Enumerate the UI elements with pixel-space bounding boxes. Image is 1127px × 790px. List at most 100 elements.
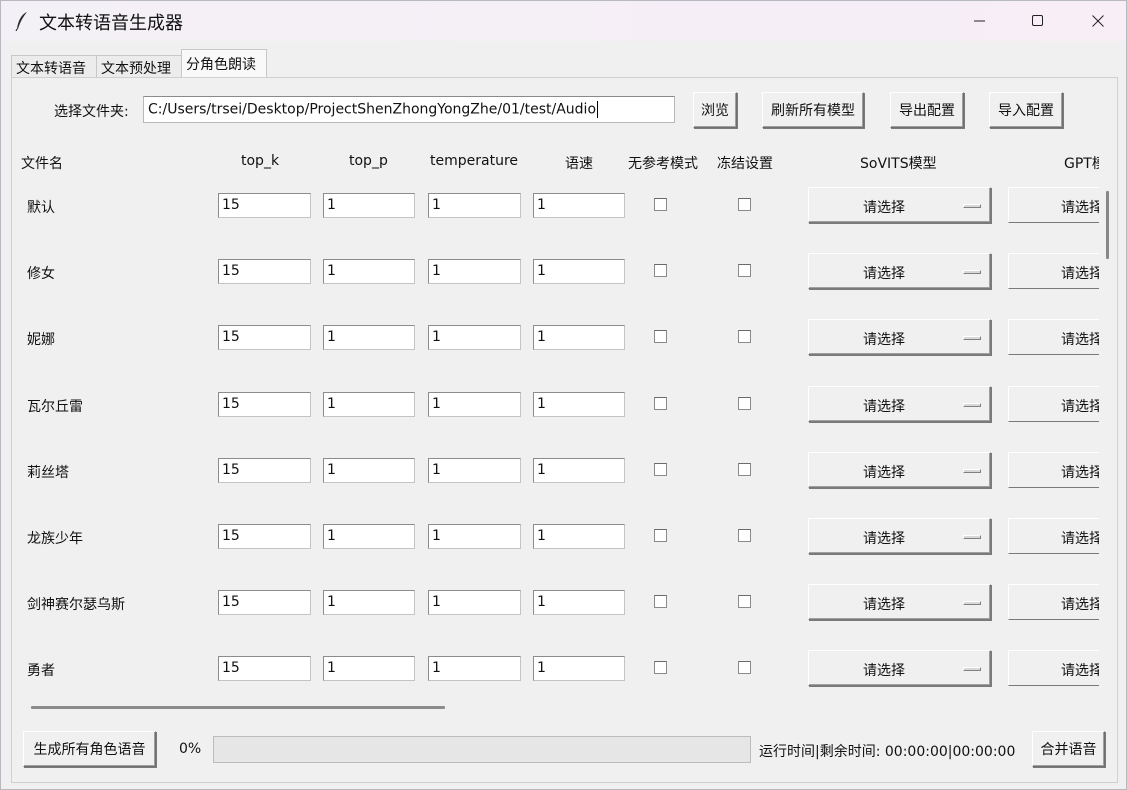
speed-input[interactable]: 1: [533, 193, 625, 218]
no-ref-mode-checkbox[interactable]: [654, 661, 667, 674]
freeze-settings-checkbox[interactable]: [738, 595, 751, 608]
no-ref-mode-checkbox[interactable]: [654, 397, 667, 410]
import-config-button[interactable]: 导入配置: [989, 92, 1063, 128]
sovits-model-select[interactable]: 请选择: [808, 319, 991, 355]
freeze-settings-checkbox[interactable]: [738, 264, 751, 277]
gpt-select-text: 请选择: [1061, 332, 1103, 348]
no-ref-mode-checkbox[interactable]: [654, 264, 667, 277]
header-filename: 文件名: [21, 156, 63, 172]
merge-audio-button[interactable]: 合并语音: [1032, 731, 1105, 767]
dropdown-indicator-icon: [963, 469, 981, 473]
dropdown-indicator-icon: [963, 535, 981, 539]
top-k-input[interactable]: 15: [218, 458, 311, 483]
progress-percent: 0%: [179, 741, 202, 757]
sovits-model-select[interactable]: 请选择: [808, 650, 991, 686]
top-k-input[interactable]: 15: [218, 590, 311, 615]
temperature-input[interactable]: 1: [428, 193, 521, 218]
freeze-settings-checkbox[interactable]: [738, 397, 751, 410]
temperature-input[interactable]: 1: [428, 656, 521, 681]
row-name: 龙族少年: [27, 531, 83, 547]
no-ref-mode-checkbox[interactable]: [654, 198, 667, 211]
freeze-settings-checkbox[interactable]: [738, 529, 751, 542]
no-ref-mode-checkbox[interactable]: [654, 330, 667, 343]
sovits-model-select[interactable]: 请选择: [808, 452, 991, 488]
gpt-model-select[interactable]: 请选择: [1008, 584, 1108, 620]
speed-input[interactable]: 1: [533, 524, 625, 549]
gpt-model-select[interactable]: 请选择: [1008, 452, 1108, 488]
freeze-settings-checkbox[interactable]: [738, 463, 751, 476]
speed-input[interactable]: 1: [533, 325, 625, 350]
refresh-models-button[interactable]: 刷新所有模型: [762, 92, 864, 128]
top-k-input[interactable]: 15: [218, 392, 311, 417]
temperature-input[interactable]: 1: [428, 392, 521, 417]
top-k-input[interactable]: 15: [218, 524, 311, 549]
close-icon: [1092, 15, 1104, 27]
row-name: 莉丝塔: [27, 465, 69, 481]
speed-input[interactable]: 1: [533, 458, 625, 483]
close-button[interactable]: [1069, 1, 1127, 41]
top-p-input[interactable]: 1: [323, 524, 415, 549]
gpt-model-select[interactable]: 请选择: [1008, 650, 1108, 686]
temperature-input[interactable]: 1: [428, 259, 521, 284]
sovits-select-text: 请选择: [863, 200, 905, 216]
no-ref-mode-checkbox[interactable]: [654, 529, 667, 542]
maximize-button[interactable]: [1009, 1, 1067, 41]
no-ref-mode-checkbox[interactable]: [654, 463, 667, 476]
top-p-input[interactable]: 1: [323, 656, 415, 681]
horizontal-scrollbar-thumb[interactable]: [31, 706, 445, 709]
freeze-settings-checkbox[interactable]: [738, 330, 751, 343]
top-p-input[interactable]: 1: [323, 590, 415, 615]
top-p-input[interactable]: 1: [323, 392, 415, 417]
gpt-select-text: 请选择: [1061, 399, 1103, 415]
tab-role-reading[interactable]: 分角色朗读: [181, 49, 267, 78]
top-k-input[interactable]: 15: [218, 656, 311, 681]
tab-preprocess[interactable]: 文本预处理: [96, 55, 182, 77]
tab-tts[interactable]: 文本转语音: [11, 55, 97, 77]
freeze-settings-checkbox[interactable]: [738, 661, 751, 674]
top-p-input[interactable]: 1: [323, 193, 415, 218]
speed-input[interactable]: 1: [533, 392, 625, 417]
top-p-input[interactable]: 1: [323, 259, 415, 284]
temperature-input[interactable]: 1: [428, 458, 521, 483]
speed-input[interactable]: 1: [533, 656, 625, 681]
top-p-input[interactable]: 1: [323, 458, 415, 483]
top-k-input[interactable]: 15: [218, 259, 311, 284]
dropdown-indicator-icon: [963, 601, 981, 605]
row-name: 妮娜: [27, 332, 55, 348]
top-k-input[interactable]: 15: [218, 193, 311, 218]
header-top-k: top_k: [241, 153, 280, 169]
no-ref-mode-checkbox[interactable]: [654, 595, 667, 608]
gpt-model-select[interactable]: 请选择: [1008, 253, 1108, 289]
header-no-ref-mode: 无参考模式: [628, 156, 698, 172]
browse-button[interactable]: 浏览: [693, 92, 737, 128]
speed-input[interactable]: 1: [533, 259, 625, 284]
minimize-button[interactable]: [951, 1, 1009, 41]
sovits-model-select[interactable]: 请选择: [808, 253, 991, 289]
speed-input[interactable]: 1: [533, 590, 625, 615]
maximize-icon: [1032, 15, 1043, 26]
text-caret: [597, 101, 599, 118]
sovits-model-select[interactable]: 请选择: [808, 584, 991, 620]
sovits-model-select[interactable]: 请选择: [808, 518, 991, 554]
temperature-input[interactable]: 1: [428, 524, 521, 549]
temperature-input[interactable]: 1: [428, 325, 521, 350]
temperature-input[interactable]: 1: [428, 590, 521, 615]
gpt-model-select[interactable]: 请选择: [1008, 518, 1108, 554]
top-k-input[interactable]: 15: [218, 325, 311, 350]
sovits-model-select[interactable]: 请选择: [808, 386, 991, 422]
row-name: 瓦尔丘雷: [27, 399, 83, 415]
header-freeze: 冻结设置: [717, 156, 773, 172]
title-bar[interactable]: 文本转语音生成器: [1, 1, 1126, 41]
folder-path-input[interactable]: C:/Users/trsei/Desktop/ProjectShenZhongY…: [143, 96, 675, 123]
freeze-settings-checkbox[interactable]: [738, 198, 751, 211]
gpt-model-select[interactable]: 请选择: [1008, 386, 1108, 422]
vertical-scrollbar-thumb[interactable]: [1106, 191, 1109, 259]
gpt-model-select[interactable]: 请选择: [1008, 187, 1108, 223]
gpt-model-select[interactable]: 请选择: [1008, 319, 1108, 355]
generate-all-button[interactable]: 生成所有角色语音: [23, 731, 156, 767]
top-p-input[interactable]: 1: [323, 325, 415, 350]
sovits-select-text: 请选择: [863, 663, 905, 679]
vertical-scrollbar[interactable]: [1099, 183, 1109, 697]
export-config-button[interactable]: 导出配置: [890, 92, 964, 128]
sovits-model-select[interactable]: 请选择: [808, 187, 991, 223]
